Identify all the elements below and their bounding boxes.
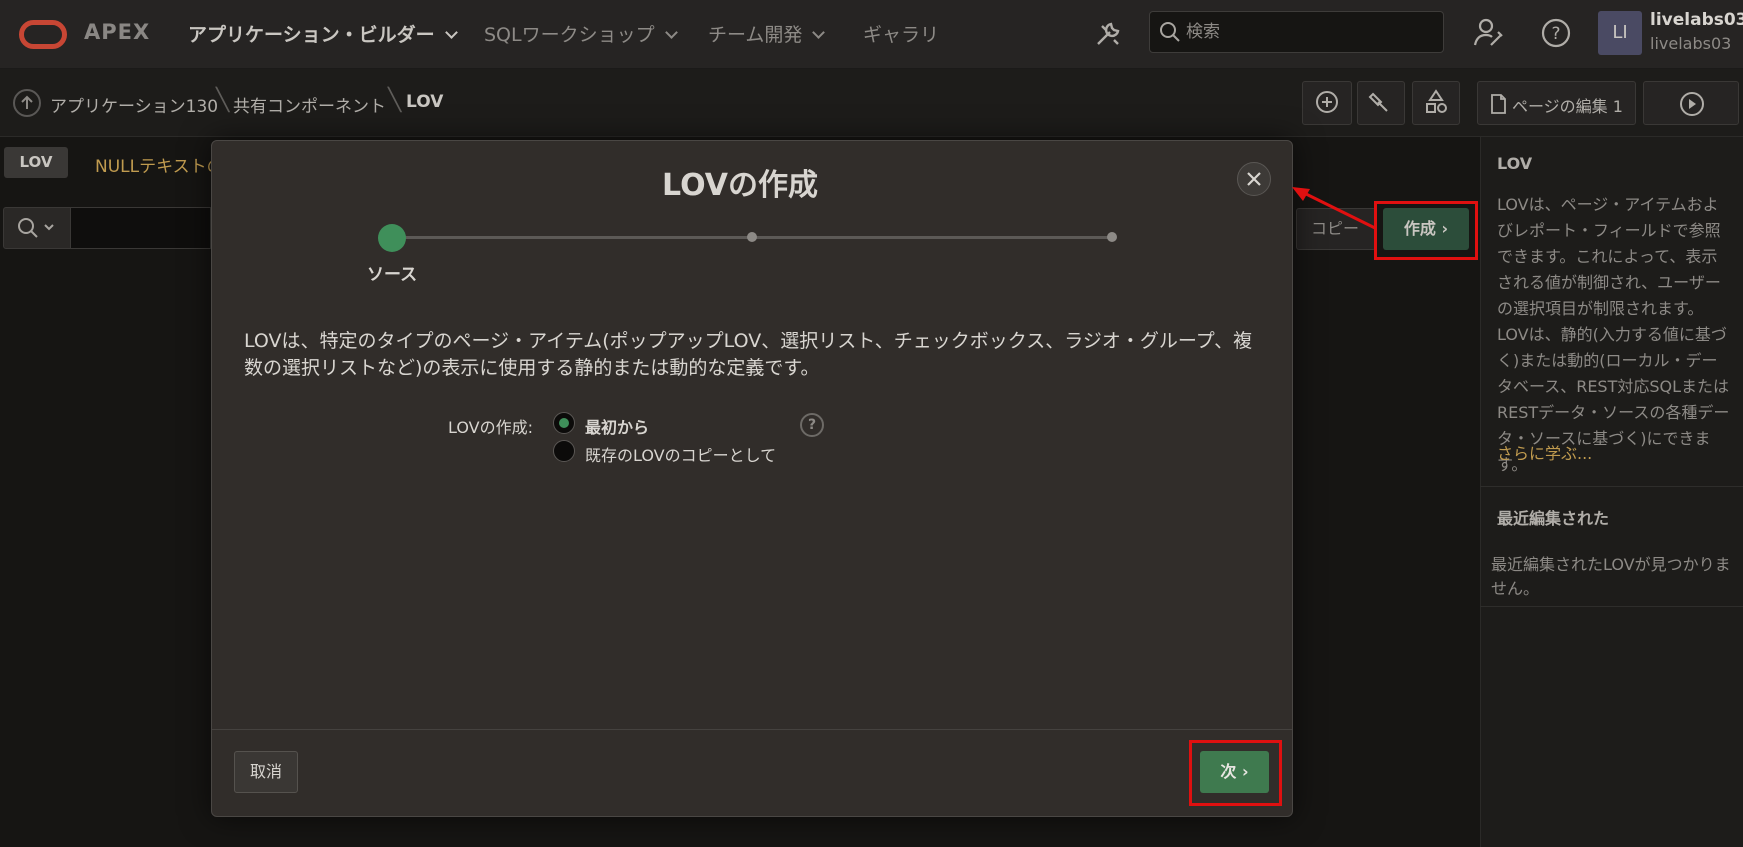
- divider: [1480, 606, 1743, 607]
- user-name[interactable]: livelabs03: [1650, 10, 1743, 30]
- radio-from-scratch-label[interactable]: 最初から: [585, 414, 649, 438]
- nav-app-builder[interactable]: アプリケーション・ビルダー: [188, 20, 458, 47]
- admin-user-icon[interactable]: [1471, 15, 1507, 51]
- page-edit-icon: [1491, 94, 1506, 114]
- nav-app-builder-label: アプリケーション・ビルダー: [188, 24, 435, 46]
- annotation-arrow-icon: [1292, 187, 1376, 230]
- dialog-footer-divider: [212, 729, 1292, 730]
- search-icon: [1160, 22, 1180, 42]
- run-page-button[interactable]: [1643, 81, 1739, 125]
- feedback-button[interactable]: [1302, 81, 1352, 125]
- breadcrumb-shared-components[interactable]: 共有コンポーネント: [233, 92, 386, 117]
- shapes-button[interactable]: [1412, 81, 1460, 125]
- dialog-description: LOVは、特定のタイプのページ・アイテム(ポップアップLOV、選択リスト、チェッ…: [244, 330, 1253, 379]
- learn-more-link[interactable]: さらに学ぶ...: [1497, 440, 1592, 464]
- breadcrumb-separator: ╲: [216, 88, 230, 113]
- report-search-input[interactable]: [71, 207, 211, 249]
- svg-text:?: ?: [1551, 24, 1560, 44]
- edit-page-button[interactable]: ページの編集 1: [1477, 81, 1636, 125]
- divider: [1480, 486, 1743, 487]
- nav-gallery[interactable]: ギャラリ: [863, 20, 939, 47]
- oracle-logo-icon[interactable]: [19, 20, 67, 49]
- radio-copy-existing[interactable]: [553, 440, 575, 462]
- recent-edited-title: 最近編集された: [1497, 509, 1610, 528]
- wrench-icon[interactable]: [1090, 16, 1126, 52]
- breadcrumb-app[interactable]: アプリケーション130: [50, 92, 218, 117]
- comment-add-icon: [1316, 91, 1338, 113]
- highlight-next-button: [1189, 740, 1282, 806]
- search-icon: [18, 218, 54, 238]
- apex-logo-text[interactable]: APEX: [84, 20, 150, 44]
- flashlight-icon: [1368, 92, 1388, 112]
- nav-sql-workshop[interactable]: SQLワークショップ: [484, 20, 678, 47]
- wizard-step-label: ソース: [367, 265, 418, 285]
- up-arrow-icon[interactable]: [13, 89, 41, 117]
- create-lov-field-label: LOVの作成:: [448, 418, 533, 437]
- nav-team-dev[interactable]: チーム開発: [708, 20, 826, 47]
- tab-null-text[interactable]: NULLテキストの: [95, 152, 224, 177]
- nav-sql-workshop-label: SQLワークショップ: [484, 24, 655, 46]
- breadcrumb-separator: ╲: [388, 88, 402, 113]
- radio-from-scratch[interactable]: [553, 412, 575, 434]
- report-search-button[interactable]: [3, 207, 71, 249]
- cancel-button[interactable]: 取消: [234, 751, 298, 793]
- global-search[interactable]: [1149, 11, 1444, 53]
- avatar[interactable]: LI: [1598, 11, 1642, 55]
- recent-edited-text: 最近編集されたLOVが見つかりません。: [1491, 555, 1731, 598]
- help-panel-text: LOVは、ページ・アイテムおよびレポート・フィールドで参照できます。これによって…: [1497, 195, 1730, 474]
- breadcrumb-lov: LOV: [406, 92, 444, 112]
- debug-button[interactable]: [1357, 81, 1405, 125]
- edit-page-label: ページの編集 1: [1512, 97, 1623, 116]
- chevron-down-icon: [444, 26, 458, 39]
- nav-team-dev-label: チーム開発: [708, 24, 803, 46]
- highlight-create-button: [1374, 201, 1478, 260]
- chevron-down-icon: [664, 26, 678, 39]
- wizard-step-source-indicator: [378, 224, 406, 252]
- field-help-icon[interactable]: ?: [800, 413, 824, 437]
- tab-lov[interactable]: LOV: [4, 147, 68, 178]
- play-icon: [1680, 92, 1704, 116]
- close-icon: [1247, 172, 1261, 186]
- close-button[interactable]: [1237, 162, 1271, 196]
- wizard-step-indicator: [747, 232, 757, 242]
- radio-copy-existing-label[interactable]: 既存のLOVのコピーとして: [585, 442, 776, 466]
- user-workspace: livelabs03: [1650, 34, 1732, 53]
- search-input[interactable]: [1186, 20, 1436, 44]
- help-panel-title: LOV: [1497, 154, 1533, 173]
- chevron-down-icon: [812, 26, 826, 39]
- dialog-title: LOVの作成: [662, 168, 818, 203]
- wizard-step-indicator: [1107, 232, 1117, 242]
- shapes-icon: [1426, 89, 1447, 113]
- help-icon[interactable]: ?: [1538, 15, 1574, 51]
